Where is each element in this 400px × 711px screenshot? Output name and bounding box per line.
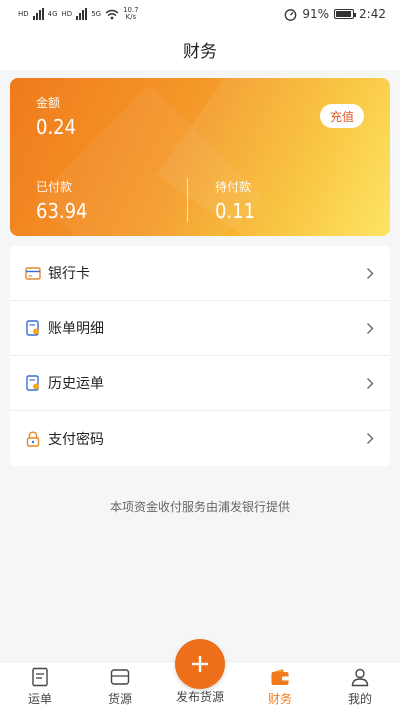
wallet-icon	[269, 666, 291, 688]
cargo-icon	[109, 666, 131, 688]
menu-item-bill-detail[interactable]: 账单明细	[10, 301, 390, 356]
menu-label: 账单明细	[48, 321, 104, 337]
network-hd-label-2: HD	[61, 9, 73, 18]
bill-detail-icon	[24, 319, 42, 337]
speedometer-icon	[285, 8, 297, 21]
status-left: HD 4G HD 5G 10.7 K/s	[18, 7, 139, 21]
network-hd-label-1: HD	[18, 9, 29, 18]
menu-label: 支付密码	[48, 431, 104, 448]
service-provider-note: 本项资金收付服务由浦发银行提供	[109, 500, 290, 514]
paid-block[interactable]: 已付款 63.94	[36, 178, 88, 223]
profile-icon	[349, 666, 371, 688]
amount-label: 金额	[36, 96, 61, 110]
pending-label: 待付款	[215, 180, 252, 194]
finance-menu: 银行卡 账单明细 历史运单 支付密码	[10, 246, 390, 466]
network-speed: 10.7 K/s	[123, 7, 139, 21]
menu-item-history-waybill[interactable]: 历史运单	[10, 356, 390, 411]
pending-value: 0.11	[215, 199, 256, 223]
nav-item-profile[interactable]: 我的	[320, 662, 400, 711]
plus-icon	[192, 656, 208, 672]
wifi-icon	[105, 9, 119, 19]
waybill-icon	[29, 666, 51, 688]
menu-item-bank-card[interactable]: 银行卡	[10, 246, 390, 301]
nav-label: 财务	[267, 692, 292, 706]
pending-block[interactable]: 待付款 0.11	[215, 178, 255, 223]
recharge-button[interactable]: 充值	[319, 104, 364, 128]
menu-label: 银行卡	[48, 266, 90, 282]
paid-value: 63.94	[36, 199, 88, 223]
nav-label: 货源	[107, 692, 132, 706]
status-bar: HD 4G HD 5G 10.7 K/s 91% 2:42	[0, 0, 400, 28]
nav-label: 我的	[347, 692, 372, 706]
menu-label: 历史运单	[48, 376, 104, 392]
nav-item-finance[interactable]: 财务	[240, 662, 320, 711]
speed-unit: K/s	[125, 13, 137, 21]
chevron-right-icon	[364, 376, 376, 390]
menu-item-payment-password[interactable]: 支付密码	[10, 411, 390, 466]
publish-cargo-label[interactable]: 发布货源	[160, 688, 240, 705]
battery-icon	[334, 9, 357, 19]
paid-label: 已付款	[36, 180, 73, 194]
chevron-right-icon	[364, 432, 376, 446]
clock: 2:42	[359, 7, 386, 21]
nav-item-cargo[interactable]: 货源	[80, 662, 160, 711]
signal-icon	[32, 8, 44, 20]
chevron-right-icon	[364, 321, 376, 335]
publish-cargo-button[interactable]	[175, 639, 225, 689]
nav-item-waybill[interactable]: 运单	[0, 662, 80, 711]
lock-icon	[24, 430, 42, 448]
signal-icon-2	[76, 8, 88, 20]
balance-card: 金额 0.24 充值 已付款 63.94 待付款 0.11	[10, 78, 390, 236]
amount-block: 金额 0.24	[36, 94, 76, 139]
status-right: 91% 2:42	[284, 7, 386, 21]
amount-value: 0.24	[36, 115, 77, 139]
network-5g-label: 5G	[91, 9, 102, 18]
page-header: 财务	[0, 28, 400, 70]
network-4g-label: 4G	[47, 9, 58, 18]
page-title: 财务	[183, 41, 217, 62]
history-waybill-icon	[24, 374, 42, 392]
chevron-right-icon	[364, 266, 376, 280]
card-divider	[187, 178, 188, 222]
nav-label: 运单	[27, 692, 52, 706]
bank-card-icon	[24, 264, 42, 282]
battery-percent: 91%	[302, 7, 330, 21]
